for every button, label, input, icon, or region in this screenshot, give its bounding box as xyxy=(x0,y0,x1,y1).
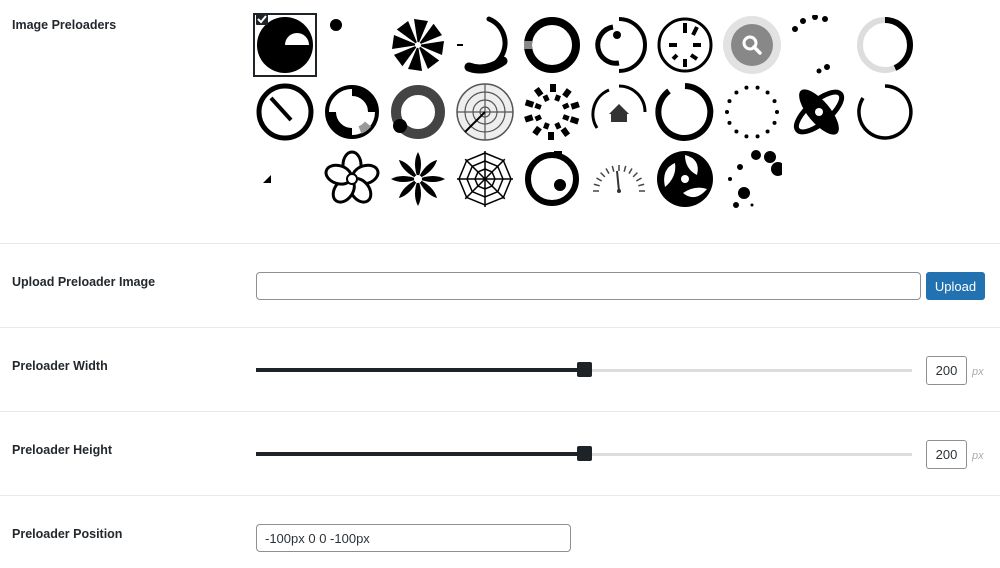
thin-ring-icon xyxy=(855,82,915,142)
preloader-option[interactable] xyxy=(252,79,318,145)
preloader-position-input[interactable] xyxy=(256,524,571,552)
gauge-needle-icon xyxy=(255,82,315,142)
yin-swirl-icon xyxy=(655,149,715,209)
preloader-option[interactable] xyxy=(586,79,652,145)
preloader-option[interactable] xyxy=(586,12,652,78)
height-unit: px xyxy=(972,450,984,462)
small-triangle-icon xyxy=(255,149,315,209)
preloader-option[interactable] xyxy=(452,146,518,212)
partial-arcs-icon xyxy=(589,15,649,75)
width-value-input[interactable] xyxy=(926,356,967,385)
upload-button[interactable]: Upload xyxy=(926,272,985,300)
image-preloaders-label: Image Preloaders xyxy=(12,18,117,32)
checkmark-icon xyxy=(256,13,268,25)
preloader-option[interactable] xyxy=(385,79,451,145)
spider-web-icon xyxy=(455,149,515,209)
pinwheel-icon xyxy=(388,15,448,75)
preloader-option[interactable] xyxy=(786,79,852,145)
preloader-option[interactable] xyxy=(319,12,385,78)
preloader-option[interactable] xyxy=(319,79,385,145)
flower-outline-icon xyxy=(322,149,382,209)
dotted-circle-icon xyxy=(722,82,782,142)
upload-image-url-input[interactable] xyxy=(256,272,921,300)
preloader-option[interactable] xyxy=(519,79,585,145)
eye-ring-icon xyxy=(522,149,582,209)
preloader-position-label: Preloader Position xyxy=(12,527,123,541)
preloader-option[interactable] xyxy=(852,12,918,78)
preloader-option[interactable] xyxy=(385,146,451,212)
width-slider[interactable] xyxy=(256,362,912,377)
height-value-input[interactable] xyxy=(926,440,967,469)
open-ring-icon xyxy=(655,82,715,142)
thick-ring-icon xyxy=(522,15,582,75)
preloader-option[interactable] xyxy=(319,146,385,212)
preloader-option[interactable] xyxy=(452,79,518,145)
preloader-height-label: Preloader Height xyxy=(12,443,113,457)
ball-in-ring-icon xyxy=(388,82,448,142)
preloader-option[interactable] xyxy=(786,12,852,78)
speedometer-icon xyxy=(589,149,649,209)
home-arc-icon xyxy=(589,82,649,142)
image-preloaders-row: Image Preloaders xyxy=(0,0,1000,244)
preloader-option[interactable] xyxy=(852,79,918,145)
split-ring-icon xyxy=(322,82,382,142)
preloader-option[interactable] xyxy=(452,12,518,78)
clock-segments-icon xyxy=(655,15,715,75)
upload-preloader-label: Upload Preloader Image xyxy=(12,275,156,289)
preloader-option[interactable] xyxy=(252,12,318,78)
height-slider-thumb[interactable] xyxy=(577,446,592,461)
preloader-option[interactable] xyxy=(252,146,318,212)
width-unit: px xyxy=(972,366,984,378)
atom-petals-icon xyxy=(789,82,849,142)
preloader-option[interactable] xyxy=(519,12,585,78)
preloader-option[interactable] xyxy=(719,12,785,78)
segmented-dashes-icon xyxy=(522,82,582,142)
growing-dots-icon xyxy=(722,149,782,209)
preloader-option[interactable] xyxy=(652,12,718,78)
dot-arc-icon xyxy=(789,15,849,75)
height-slider[interactable] xyxy=(256,446,912,461)
width-slider-thumb[interactable] xyxy=(577,362,592,377)
preloader-option[interactable] xyxy=(652,79,718,145)
preloader-option[interactable] xyxy=(719,79,785,145)
preloader-option[interactable] xyxy=(385,12,451,78)
width-slider-fill xyxy=(256,368,584,372)
preloader-option[interactable] xyxy=(652,146,718,212)
preloader-option[interactable] xyxy=(519,146,585,212)
gradient-ring-icon xyxy=(855,15,915,75)
preloader-width-label: Preloader Width xyxy=(12,359,108,373)
preloader-option[interactable] xyxy=(586,146,652,212)
small-dot-icon xyxy=(322,15,382,75)
swirl-spinner-icon xyxy=(455,15,515,75)
preloader-option[interactable] xyxy=(719,146,785,212)
radar-icon xyxy=(455,82,515,142)
height-slider-fill xyxy=(256,452,584,456)
search-bubble-icon xyxy=(722,15,782,75)
flower-petals-icon xyxy=(388,149,448,209)
